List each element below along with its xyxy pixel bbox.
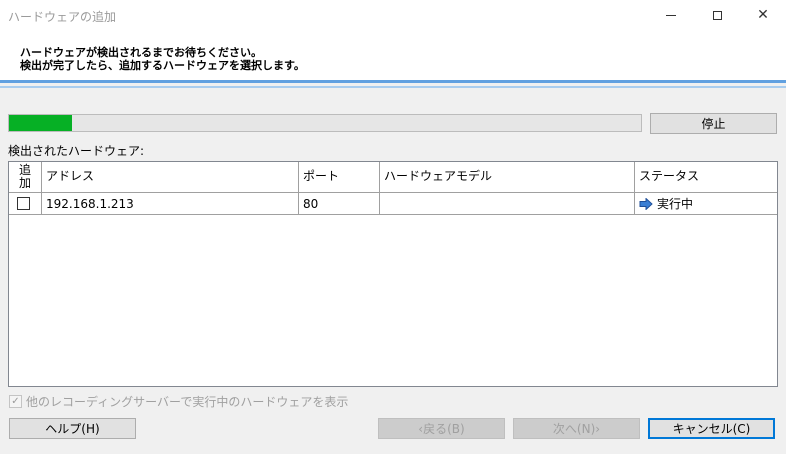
- add-checkbox[interactable]: [17, 197, 30, 210]
- arrow-right-icon: [639, 197, 653, 210]
- port-cell: 80: [299, 193, 380, 214]
- help-button[interactable]: ヘルプ(H): [9, 418, 136, 439]
- detection-progress-bar: [8, 114, 642, 132]
- window-title: ハードウェアの追加: [8, 10, 117, 24]
- add-cell: [9, 193, 42, 214]
- show-other-checkbox[interactable]: ✓: [9, 395, 22, 408]
- column-header-port[interactable]: ポート: [299, 162, 380, 192]
- model-cell: [380, 193, 635, 214]
- hardware-table: 追 加 アドレス ポート ハードウェアモデル ステータス 192.168.1.2…: [8, 161, 778, 387]
- stop-button[interactable]: 停止: [650, 113, 777, 134]
- maximize-icon: [712, 10, 722, 20]
- column-header-status[interactable]: ステータス: [635, 162, 777, 192]
- progress-fill: [9, 115, 73, 131]
- instructions-header: ハードウェアが検出されるまでお待ちください。 検出が完了したら、追加するハードウ…: [0, 30, 786, 80]
- column-header-add[interactable]: 追 加: [9, 162, 42, 192]
- column-header-model[interactable]: ハードウェアモデル: [380, 162, 635, 192]
- column-header-address[interactable]: アドレス: [42, 162, 299, 192]
- title-bar: ハードウェアの追加 ✕: [0, 0, 786, 30]
- minimize-button[interactable]: [648, 0, 694, 30]
- minimize-icon: [666, 14, 676, 16]
- instruction-line-2: 検出が完了したら、追加するハードウェアを選択します。: [20, 59, 305, 72]
- close-icon: ✕: [757, 7, 769, 23]
- table-row[interactable]: 192.168.1.213 80 実行中: [9, 193, 777, 215]
- next-button[interactable]: 次へ(N)›: [513, 418, 640, 439]
- back-button[interactable]: ‹戻る(B): [378, 418, 505, 439]
- status-text: 実行中: [657, 197, 694, 211]
- maximize-button[interactable]: [694, 0, 740, 30]
- address-cell: 192.168.1.213: [42, 193, 299, 214]
- header-separator-light: [0, 86, 786, 88]
- table-header: 追 加 アドレス ポート ハードウェアモデル ステータス: [9, 162, 777, 193]
- show-other-servers-option: ✓ 他のレコーディングサーバーで実行中のハードウェアを表示: [9, 393, 348, 410]
- detected-hardware-label: 検出されたハードウェア:: [8, 144, 145, 158]
- header-separator: [0, 80, 786, 83]
- show-other-label: 他のレコーディングサーバーで実行中のハードウェアを表示: [26, 395, 349, 409]
- status-cell: 実行中: [635, 193, 777, 214]
- close-button[interactable]: ✕: [740, 0, 786, 30]
- cancel-button[interactable]: キャンセル(C): [648, 418, 775, 439]
